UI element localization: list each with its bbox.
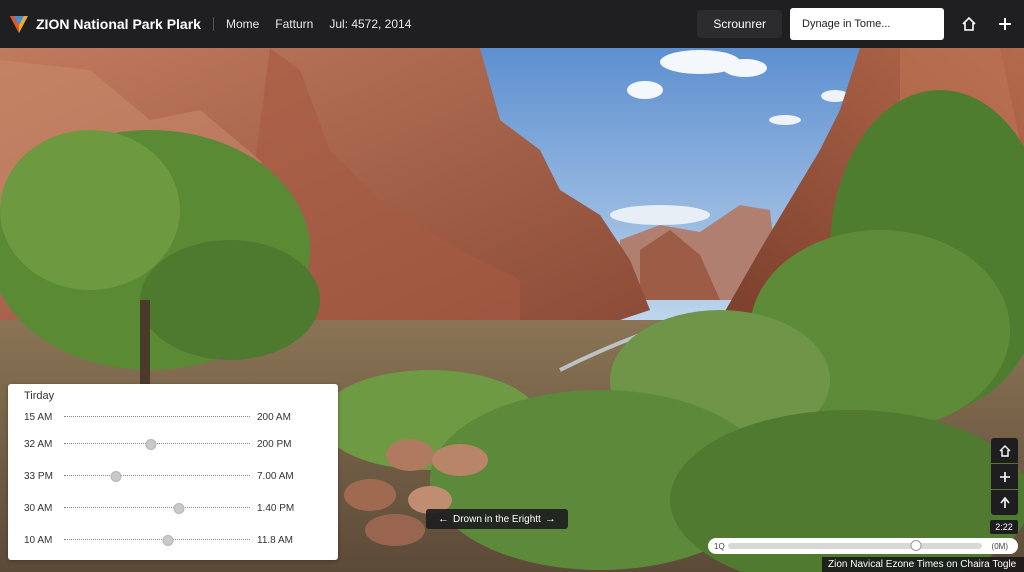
orient-button[interactable]: [991, 490, 1018, 515]
time-row: 15 AM 200 AM: [24, 406, 324, 428]
time-slider[interactable]: [64, 439, 250, 450]
zoom-in-button[interactable]: [991, 464, 1018, 489]
time-slider[interactable]: [64, 471, 250, 482]
time-row: 10 AM 11.8 AM: [24, 524, 324, 556]
nav-feature[interactable]: Fatturn: [275, 17, 313, 31]
map-controls: [991, 438, 1018, 516]
row-end-time: 200 AM: [257, 411, 291, 423]
row-start-time: 10 AM: [24, 534, 53, 546]
plus-icon: [999, 18, 1011, 30]
slider-handle[interactable]: [162, 535, 174, 546]
home-button[interactable]: [958, 13, 980, 35]
row-start-time: 15 AM: [24, 411, 53, 423]
header-date: Jul: 4572, 2014: [329, 17, 412, 31]
search-input[interactable]: [790, 8, 944, 40]
row-start-time: 32 AM: [24, 438, 53, 450]
park-logo-icon: [10, 16, 28, 33]
slider-handle[interactable]: [173, 503, 185, 514]
time-row: 33 PM 7.00 AM: [24, 460, 324, 492]
title-divider: [212, 17, 214, 31]
add-button[interactable]: [994, 13, 1016, 35]
footer-caption: Zion Navical Ezone Times on Chaira Togle: [822, 557, 1024, 572]
slider-handle[interactable]: [110, 471, 122, 482]
row-end-time: 11.8 AM: [257, 534, 293, 546]
row-end-time: 7.00 AM: [257, 470, 294, 482]
home-view-button[interactable]: [991, 438, 1018, 463]
time-slider[interactable]: [64, 535, 250, 546]
timeline-scrubber[interactable]: 1Q (0M): [708, 538, 1018, 554]
timeline-track[interactable]: [728, 540, 982, 551]
arrow-left-icon: ←: [438, 513, 449, 525]
time-slider[interactable]: [64, 412, 250, 422]
panel-title: Tirday: [24, 390, 55, 402]
app-title: ZION National Park Plark: [36, 16, 201, 32]
row-end-time: 1.40 PM: [257, 502, 295, 514]
time-badge: 2:22: [990, 520, 1018, 534]
row-start-time: 33 PM: [24, 470, 53, 482]
scrounrer-button[interactable]: Scrounrer: [697, 10, 782, 38]
time-row: 32 AM 200 PM: [24, 428, 324, 460]
time-panel: Tirday 15 AM 200 AM 32 AM 200 PM 33 PM 7.00 A…: [8, 384, 338, 560]
row-start-time: 30 AM: [24, 502, 53, 514]
home-icon: [962, 16, 976, 31]
time-slider[interactable]: [64, 503, 250, 514]
time-row: 30 AM 1.40 PM: [24, 492, 324, 524]
nav-home[interactable]: Mome: [226, 17, 259, 31]
plus-icon: [999, 471, 1010, 482]
slider-handle[interactable]: [145, 439, 157, 450]
row-end-time: 200 PM: [257, 438, 292, 450]
arrow-right-icon: →: [544, 513, 556, 525]
tooltip-label: Drown in the Erightt: [453, 513, 541, 525]
direction-tooltip[interactable]: ← Drown in the Erightt →: [426, 509, 568, 529]
arrow-up-icon: [999, 496, 1010, 508]
timeline-handle[interactable]: [910, 540, 922, 551]
top-bar: ZION National Park Plark Mome Fatturn Ju…: [0, 0, 1024, 48]
timeline-start-label: 1Q: [714, 541, 725, 551]
timeline-end-label: (0M): [991, 541, 1008, 551]
home-icon: [999, 444, 1010, 457]
